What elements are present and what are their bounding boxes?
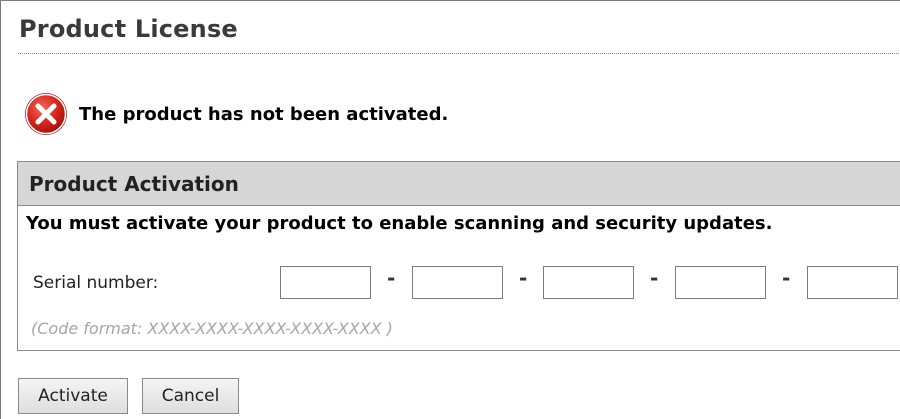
product-activation-panel: Product Activation You must activate you…	[17, 161, 900, 351]
cancel-button[interactable]: Cancel	[142, 378, 239, 414]
activation-notice: You must activate your product to enable…	[26, 213, 773, 234]
serial-segment-1[interactable]	[280, 266, 371, 299]
serial-number-label: Serial number:	[33, 273, 159, 293]
activate-button[interactable]: Activate	[18, 378, 128, 414]
title-divider	[18, 53, 900, 54]
activation-status: The product has not been activated.	[23, 91, 448, 137]
serial-segment-2[interactable]	[412, 266, 503, 299]
page-title: Product License	[19, 15, 238, 43]
serial-separator: -	[519, 266, 528, 290]
serial-segment-3[interactable]	[543, 266, 634, 299]
status-message: The product has not been activated.	[79, 103, 449, 125]
error-icon	[23, 91, 69, 137]
panel-header: Product Activation	[18, 162, 900, 206]
serial-separator: -	[650, 266, 659, 290]
serial-separator: -	[387, 266, 396, 290]
code-format-hint: (Code format: XXXX-XXXX-XXXX-XXXX-XXXX )	[31, 319, 393, 338]
serial-separator: -	[782, 266, 791, 290]
license-window: Product License The product has not been…	[0, 0, 900, 419]
serial-segment-4[interactable]	[675, 266, 766, 299]
serial-segment-5[interactable]	[807, 266, 898, 299]
